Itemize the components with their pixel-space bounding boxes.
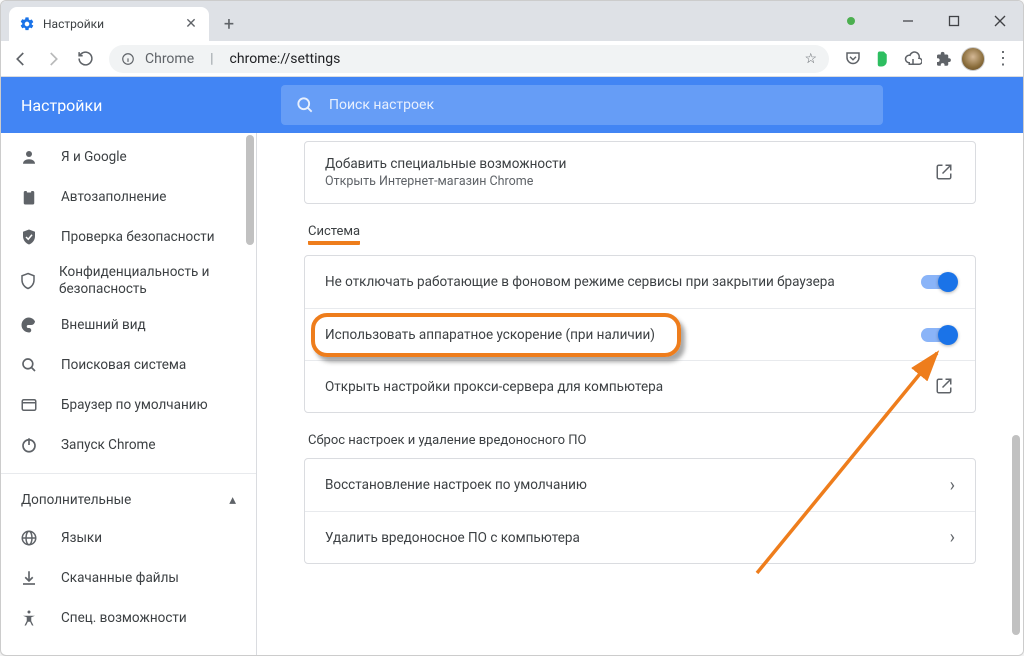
system-card: Не отключать работающие в фоновом режиме… [304,255,976,413]
page-title: Настройки [1,96,281,115]
extension-cloud-icon[interactable] [901,47,925,71]
advanced-label: Дополнительные [21,492,131,508]
background-services-toggle[interactable] [921,275,955,289]
pocket-icon[interactable] [841,47,865,71]
sidebar-item-label: Спец. возможности [61,610,187,627]
search-input[interactable] [329,97,869,113]
sidebar-item-label: Скачанные файлы [61,570,179,587]
settings-content: Добавить специальные возможности Открыть… [257,133,1023,655]
sidebar-item-privacy[interactable]: Конфиденциальность и безопасность [1,257,256,305]
power-icon [19,436,39,454]
new-tab-button[interactable]: + [215,10,243,38]
url-host: Chrome [145,51,194,67]
sidebar-item-downloads[interactable]: Скачанные файлы [1,558,256,598]
url-separator: | [204,51,219,67]
sidebar-item-default-browser[interactable]: Браузер по умолчанию [1,385,256,425]
globe-icon [19,529,39,547]
sidebar-item-label: Языки [61,530,102,547]
download-icon [19,569,39,587]
hardware-acceleration-toggle[interactable] [921,328,955,342]
reload-button[interactable] [71,45,99,73]
palette-icon [19,316,39,334]
site-info-icon[interactable] [121,52,135,66]
tab-strip: Настройки ✕ + [1,1,1023,41]
sidebar-item-autofill[interactable]: Автозаполнение [1,177,256,217]
sidebar-item-label: Автозаполнение [61,189,166,206]
shield-icon [19,272,37,290]
back-button[interactable] [7,45,35,73]
row-label: Восстановление настроек по умолчанию [325,477,587,493]
row-label: Открыть настройки прокси-сервера для ком… [325,379,663,395]
tab-settings[interactable]: Настройки ✕ [9,7,209,41]
window-controls [885,1,1023,41]
status-dot-icon [847,17,855,25]
proxy-settings-row[interactable]: Открыть настройки прокси-сервера для ком… [305,360,975,412]
person-icon [19,148,39,166]
chevron-up-icon: ▴ [229,492,236,508]
extensions-puzzle-icon[interactable] [931,47,955,71]
row-subtitle: Открыть Интернет-магазин Chrome [325,174,566,189]
browser-icon [19,396,39,414]
sidebar-item-search-engine[interactable]: Поисковая система [1,345,256,385]
sidebar-item-label: Поисковая система [61,357,186,374]
reset-section-title: Сброс настроек и удаление вредоносного П… [308,433,586,448]
row-label: Использовать аппаратное ускорение (при н… [325,327,655,343]
settings-header: Настройки [1,77,1023,133]
sidebar-scrollbar[interactable] [244,133,256,655]
reset-card: Восстановление настроек по умолчанию › У… [304,458,976,564]
tab-title: Настройки [43,17,104,31]
restore-defaults-row[interactable]: Восстановление настроек по умолчанию › [305,459,975,511]
background-services-row[interactable]: Не отключать работающие в фоновом режиме… [305,256,975,308]
sidebar: Я и Google Автозаполнение Проверка безоп… [1,133,257,655]
evernote-icon[interactable] [871,47,895,71]
close-window-button[interactable] [977,5,1023,37]
cleanup-computer-row[interactable]: Удалить вредоносное ПО с компьютера › [305,511,975,563]
sidebar-item-you-and-google[interactable]: Я и Google [1,137,256,177]
chevron-right-icon: › [950,527,955,548]
sidebar-item-languages[interactable]: Языки [1,518,256,558]
search-icon [19,356,39,374]
close-tab-button[interactable]: ✕ [183,16,199,32]
system-section-title: Система [308,224,360,245]
toolbar: Chrome | chrome://settings ☆ ⋮ [1,41,1023,77]
settings-search[interactable] [281,85,883,125]
hardware-acceleration-row[interactable]: Использовать аппаратное ускорение (при н… [305,308,975,360]
content-scrollbar[interactable] [1009,133,1023,655]
sidebar-item-label: Запуск Chrome [61,437,156,454]
row-label: Не отключать работающие в фоновом режиме… [325,274,835,290]
maximize-button[interactable] [931,5,977,37]
menu-button[interactable]: ⋮ [991,47,1015,71]
sidebar-item-accessibility[interactable]: Спец. возможности [1,598,256,638]
gear-icon [19,16,35,32]
search-icon [295,95,315,115]
open-external-icon [935,377,955,397]
minimize-button[interactable] [885,5,931,37]
bookmark-star-icon[interactable]: ☆ [804,51,817,67]
chevron-right-icon: › [950,475,955,496]
row-title: Добавить специальные возможности [325,156,566,172]
sidebar-item-label: Браузер по умолчанию [61,397,208,414]
sidebar-item-appearance[interactable]: Внешний вид [1,305,256,345]
sidebar-item-safety-check[interactable]: Проверка безопасности [1,217,256,257]
extension-icons: ⋮ [839,47,1017,71]
shield-check-icon [19,228,39,246]
forward-button[interactable] [39,45,67,73]
sidebar-item-on-startup[interactable]: Запуск Chrome [1,425,256,465]
sidebar-item-label: Я и Google [61,149,127,166]
open-external-icon [935,163,955,183]
clipboard-icon [19,188,39,206]
accessibility-icon [19,609,39,627]
sidebar-item-label: Внешний вид [61,317,146,334]
sidebar-item-label: Конфиденциальность и безопасность [59,264,238,298]
profile-avatar[interactable] [961,47,985,71]
browser-window: Настройки ✕ + Chrome | chrome://settings… [0,0,1024,656]
accessibility-add-card[interactable]: Добавить специальные возможности Открыть… [304,141,976,204]
url-path: chrome://settings [230,51,341,67]
address-bar[interactable]: Chrome | chrome://settings ☆ [109,45,829,73]
sidebar-advanced-toggle[interactable]: Дополнительные ▴ [1,482,256,518]
settings-body: Я и Google Автозаполнение Проверка безоп… [1,133,1023,655]
sidebar-item-label: Проверка безопасности [61,229,215,246]
row-label: Удалить вредоносное ПО с компьютера [325,530,580,546]
